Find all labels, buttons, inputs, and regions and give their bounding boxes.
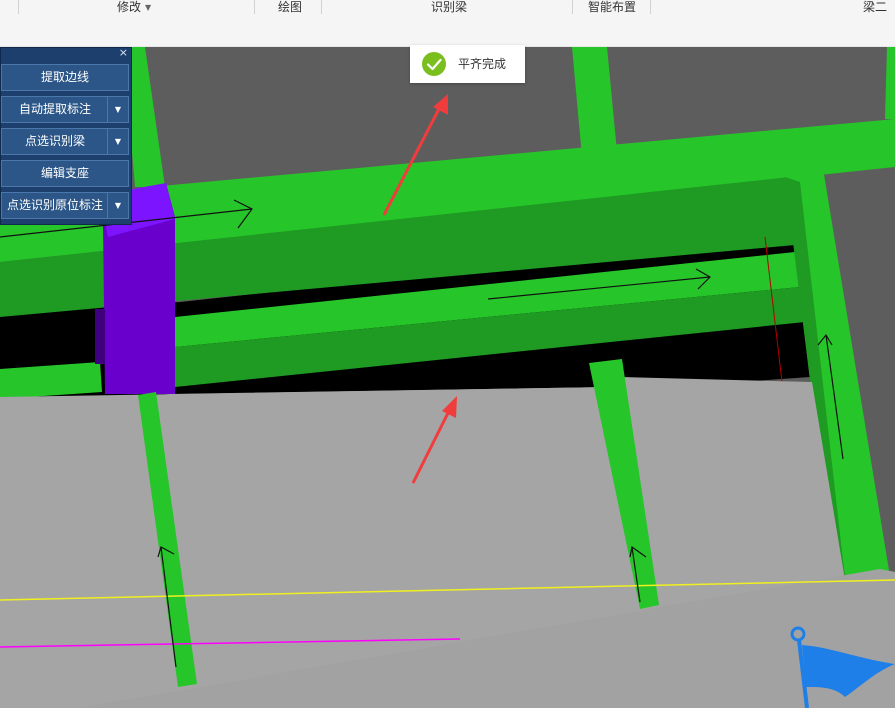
- extract-edge-button[interactable]: 提取边线: [1, 64, 129, 91]
- pick-identify-in-situ-annotation-label: 点选识别原位标注: [6, 198, 103, 212]
- chevron-down-icon[interactable]: ▼: [145, 3, 151, 12]
- scene-canvas: [0, 47, 895, 708]
- toast-message: 平齐完成: [458, 57, 507, 71]
- pick-identify-beam-button[interactable]: 点选识别梁 ▼: [1, 128, 129, 155]
- extract-edge-label: 提取边线: [40, 70, 89, 84]
- edit-support-button[interactable]: 编辑支座: [1, 160, 129, 187]
- chevron-down-icon[interactable]: ▼: [107, 193, 128, 218]
- ribbon-toolbar: 修改 ▼ 绘图 识别梁 智能布置 梁二: [0, 0, 895, 16]
- auto-extract-annotation-label: 自动提取标注: [18, 102, 91, 116]
- ribbon-identify-beam-button[interactable]: 识别梁: [431, 0, 467, 15]
- close-icon[interactable]: ×: [119, 47, 128, 59]
- ribbon-separator: [650, 0, 651, 14]
- ribbon-separator: [321, 0, 322, 14]
- ribbon-blank-area: [0, 16, 895, 47]
- ribbon-draw-button[interactable]: 绘图: [278, 0, 302, 15]
- ribbon-smart-layout-button[interactable]: 智能布置: [588, 0, 636, 15]
- column-purple-shadow: [95, 309, 105, 364]
- ribbon-modify-button[interactable]: 修改 ▼: [117, 0, 151, 17]
- ribbon-beam-secondary-button[interactable]: 梁二: [863, 0, 887, 15]
- auto-extract-annotation-button[interactable]: 自动提取标注 ▼: [1, 96, 129, 123]
- beam-tools-panel: × 提取边线 自动提取标注 ▼ 点选识别梁 ▼ 编辑支座 点选识别原位标注 ▼: [0, 47, 132, 225]
- toast-notification: 平齐完成: [410, 45, 525, 83]
- chevron-down-icon[interactable]: ▼: [107, 97, 128, 122]
- check-circle-icon: [422, 52, 446, 76]
- edit-support-label: 编辑支座: [40, 166, 89, 180]
- ribbon-separator: [572, 0, 573, 14]
- pick-identify-beam-label: 点选识别梁: [24, 134, 85, 148]
- ribbon-modify-label: 修改: [117, 0, 142, 14]
- check-mark: [426, 58, 442, 71]
- ribbon-separator: [18, 0, 19, 14]
- chevron-down-icon[interactable]: ▼: [107, 129, 128, 154]
- ribbon-separator: [254, 0, 255, 14]
- pick-identify-in-situ-annotation-button[interactable]: 点选识别原位标注 ▼: [1, 192, 129, 219]
- 3d-viewport[interactable]: [0, 47, 895, 708]
